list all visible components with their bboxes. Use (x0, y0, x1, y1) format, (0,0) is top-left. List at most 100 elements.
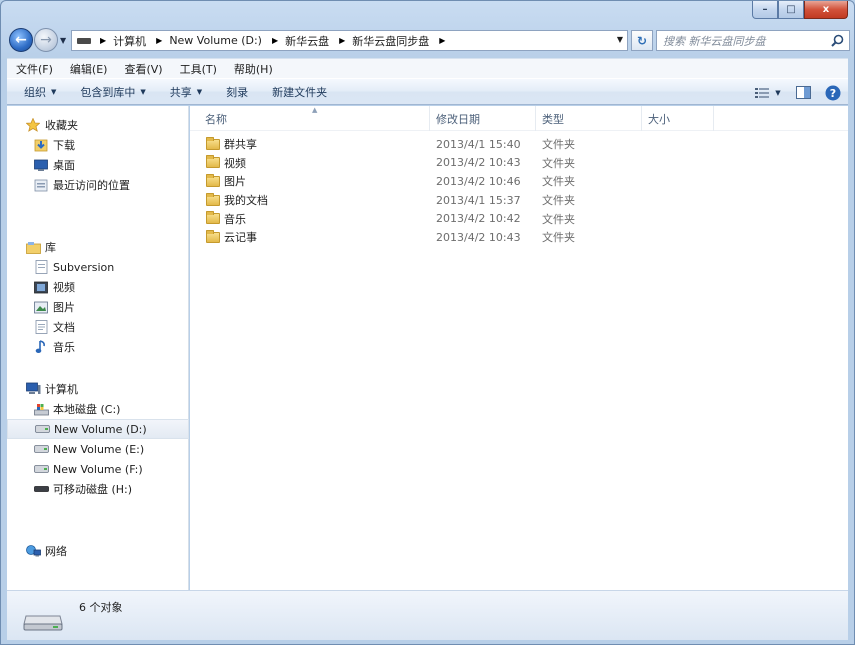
breadcrumb-item[interactable]: New Volume (D:) (169, 34, 262, 47)
sidebar-item-drive-c[interactable]: 本地磁盘 (C:) (7, 399, 189, 419)
address-dropdown-icon[interactable]: ▼ (617, 35, 623, 44)
chevron-down-icon: ▼ (775, 88, 781, 97)
sidebar-item-recent-places[interactable]: 最近访问的位置 (7, 175, 189, 195)
table-row[interactable]: 我的文档 2013/4/1 15:37 文件夹 (190, 191, 848, 210)
include-in-library-button[interactable]: 包含到库中 ▼ (68, 84, 157, 100)
sidebar-item-documents[interactable]: 文档 (7, 317, 189, 337)
back-button[interactable]: ← (9, 28, 33, 52)
file-type: 文件夹 (542, 194, 575, 208)
view-options-button[interactable]: ▼ (748, 87, 788, 99)
breadcrumb-item[interactable]: 新华云盘 (285, 33, 329, 49)
favorites-label: 收藏夹 (45, 119, 78, 132)
chevron-right-icon[interactable]: ▶ (156, 36, 162, 45)
burn-button[interactable]: 刻录 (214, 84, 260, 100)
computer-header[interactable]: 计算机 (7, 379, 189, 399)
libraries-header[interactable]: 库 (7, 237, 189, 257)
file-name-cell: 我的文档 (190, 192, 430, 208)
document-library-icon (33, 259, 49, 275)
table-row[interactable]: 视频 2013/4/2 10:43 文件夹 (190, 154, 848, 173)
library-icon (25, 239, 41, 255)
sidebar-item-drive-h[interactable]: 可移动磁盘 (H:) (7, 479, 189, 499)
sidebar-item-label: 桌面 (53, 159, 75, 172)
menu-view[interactable]: 查看(V) (115, 61, 170, 77)
table-row[interactable]: 音乐 2013/4/2 10:42 文件夹 (190, 209, 848, 228)
documents-icon (33, 319, 49, 335)
windows-drive-icon (33, 401, 49, 417)
chevron-right-icon[interactable]: ▶ (100, 36, 106, 45)
sidebar-item-pictures[interactable]: 图片 (7, 297, 189, 317)
column-headers: 名称 修改日期 类型 大小 (190, 106, 848, 131)
file-name-cell: 视频 (190, 155, 430, 171)
network-label: 网络 (45, 545, 67, 558)
hard-drive-icon (34, 421, 50, 437)
sidebar-item-downloads[interactable]: 下载 (7, 135, 189, 155)
close-button[interactable]: x (804, 1, 848, 19)
address-bar[interactable]: ▶ 计算机 ▶ New Volume (D:) ▶ 新华云盘 ▶ 新华云盘同步盘… (71, 30, 628, 51)
menu-tools[interactable]: 工具(T) (171, 61, 225, 77)
sidebar-item-music[interactable]: 音乐 (7, 337, 189, 357)
column-header-name[interactable]: 名称 (190, 106, 430, 131)
file-type: 文件夹 (542, 212, 575, 226)
sidebar-item-label: 本地磁盘 (C:) (53, 403, 121, 416)
chevron-right-icon[interactable]: ▶ (272, 36, 278, 45)
menu-bar: 文件(F) 编辑(E) 查看(V) 工具(T) 帮助(H) (7, 58, 848, 78)
file-modified: 2013/4/2 10:43 (436, 230, 521, 244)
pictures-icon (33, 299, 49, 315)
computer-group: 计算机 本地磁盘 (C:) New Volume (D:) New Volume… (7, 379, 189, 499)
table-row[interactable]: 图片 2013/4/2 10:46 文件夹 (190, 172, 848, 191)
network-header[interactable]: 网络 (7, 541, 189, 561)
help-button[interactable]: ? (818, 85, 848, 101)
caption-buttons: – □ x (752, 1, 848, 20)
table-row[interactable]: 云记事 2013/4/2 10:43 文件夹 (190, 228, 848, 247)
table-row[interactable]: 群共享 2013/4/1 15:40 文件夹 (190, 135, 848, 154)
search-icon[interactable] (831, 34, 844, 47)
refresh-button[interactable]: ↻ (631, 30, 653, 51)
chevron-right-icon[interactable]: ▶ (439, 36, 445, 45)
favorites-header[interactable]: 收藏夹 (7, 115, 189, 135)
hard-drive-icon (23, 615, 63, 631)
file-modified: 2013/4/1 15:37 (436, 193, 521, 207)
hard-drive-icon (33, 441, 49, 457)
breadcrumb: ▶ 计算机 ▶ New Volume (D:) ▶ 新华云盘 ▶ 新华云盘同步盘… (91, 33, 452, 49)
sidebar-item-drive-f[interactable]: New Volume (F:) (7, 459, 189, 479)
refresh-icon: ↻ (636, 33, 648, 48)
organize-button[interactable]: 组织 ▼ (7, 84, 68, 100)
desktop-icon (33, 157, 49, 173)
file-list-pane: ▲ 名称 修改日期 类型 大小 群共享 2013/4/1 15:40 文件夹 视… (190, 106, 848, 590)
organize-label: 组织 (24, 85, 46, 99)
minimize-button[interactable]: – (752, 1, 778, 19)
sidebar-item-videos[interactable]: 视频 (7, 277, 189, 297)
search-input[interactable]: 搜索 新华云盘同步盘 (656, 30, 850, 51)
arrow-right-icon: → (40, 32, 52, 48)
sidebar-item-desktop[interactable]: 桌面 (7, 155, 189, 175)
removable-drive-icon (33, 481, 49, 497)
recent-places-icon (33, 177, 49, 193)
column-header-type[interactable]: 类型 (536, 106, 642, 131)
breadcrumb-item[interactable]: 新华云盘同步盘 (352, 33, 429, 49)
file-name: 云记事 (224, 231, 257, 245)
column-header-size[interactable]: 大小 (642, 106, 714, 131)
maximize-button[interactable]: □ (778, 1, 804, 19)
view-controls: ▼ ? (748, 79, 848, 106)
sidebar-item-drive-e[interactable]: New Volume (E:) (7, 439, 189, 459)
share-button[interactable]: 共享 ▼ (158, 84, 214, 100)
sidebar-item-drive-d[interactable]: New Volume (D:) (7, 419, 189, 439)
music-note-icon (33, 339, 49, 355)
file-name: 图片 (224, 175, 246, 189)
menu-file[interactable]: 文件(F) (7, 61, 61, 77)
chevron-right-icon[interactable]: ▶ (339, 36, 345, 45)
breadcrumb-item[interactable]: 计算机 (113, 33, 146, 49)
menu-edit[interactable]: 编辑(E) (61, 61, 116, 77)
file-modified: 2013/4/2 10:46 (436, 174, 521, 188)
sidebar-item-label: 文档 (53, 321, 75, 334)
new-folder-button[interactable]: 新建文件夹 (260, 84, 339, 100)
folder-icon (206, 173, 220, 187)
file-name: 视频 (224, 156, 246, 170)
share-label: 共享 (169, 85, 192, 99)
preview-pane-button[interactable] (788, 86, 818, 99)
forward-button[interactable]: → (34, 28, 58, 52)
menu-help[interactable]: 帮助(H) (225, 61, 281, 77)
history-dropdown-icon[interactable]: ▼ (60, 36, 66, 45)
sidebar-item-subversion[interactable]: Subversion (7, 257, 189, 277)
column-header-modified[interactable]: 修改日期 (430, 106, 536, 131)
